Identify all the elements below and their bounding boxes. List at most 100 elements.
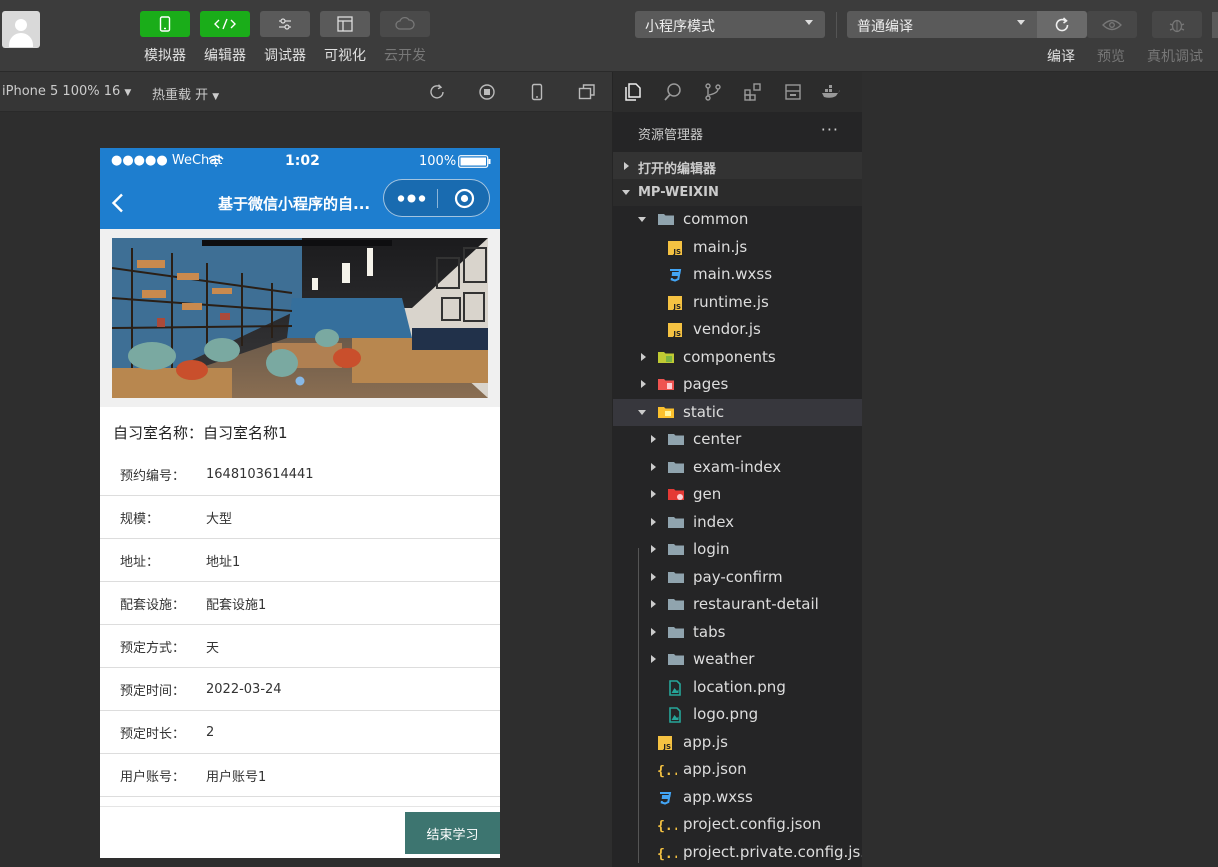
- tree-item-location-png[interactable]: location.png: [613, 674, 862, 701]
- tree-item-label: logo.png: [693, 705, 759, 723]
- layout-icon: [320, 11, 370, 37]
- css-file-icon: [657, 790, 673, 805]
- preview-button[interactable]: [1087, 11, 1137, 38]
- compile-button[interactable]: [1037, 11, 1087, 38]
- tree-item-label: main.wxss: [693, 265, 773, 283]
- caret-down-icon: ▼: [124, 88, 132, 98]
- extensions-icon[interactable]: [743, 82, 763, 102]
- device-select[interactable]: iPhone 5 100% 16 ▼: [2, 84, 131, 99]
- open-editors-section[interactable]: 打开的编辑器: [613, 152, 862, 179]
- tree-item-login[interactable]: login: [613, 536, 862, 563]
- tree-item-app-json[interactable]: {..} app.json: [613, 756, 862, 783]
- banner-container: [100, 229, 500, 407]
- tree-item-label: login: [693, 540, 730, 558]
- device-select-label: iPhone 5 100% 16: [2, 84, 121, 99]
- mode-select[interactable]: 小程序模式: [635, 11, 825, 38]
- info-label: 规模：: [120, 511, 160, 527]
- capsule-menu: [383, 179, 490, 217]
- docker-icon[interactable]: [821, 82, 841, 102]
- back-arrow-icon[interactable]: [111, 193, 125, 213]
- svg-text:JS: JS: [672, 303, 681, 311]
- tree-item-label: project.config.json: [683, 815, 822, 833]
- tree-item-gen[interactable]: gen: [613, 481, 862, 508]
- tree-item-static[interactable]: static: [613, 398, 862, 426]
- avatar[interactable]: [2, 11, 40, 48]
- tree-item-label: exam-index: [693, 457, 782, 476]
- storage-icon[interactable]: [783, 82, 803, 102]
- image-file-icon: [667, 679, 683, 696]
- tree-item-label: tabs: [693, 622, 726, 641]
- compile-label: 编译: [1047, 49, 1075, 65]
- nav-bar: 基于微信小程序的自...: [100, 177, 500, 229]
- info-row: 规模： 大型: [100, 496, 500, 539]
- info-value: 配套设施1: [206, 597, 267, 613]
- hot-reload-select[interactable]: 热重载 开 ▼: [152, 84, 219, 103]
- tree-item-pages[interactable]: pages: [613, 371, 862, 398]
- tree-item-main-wxss[interactable]: main.wxss: [613, 261, 862, 288]
- chevron-down-icon: [638, 409, 646, 415]
- visual-tool[interactable]: 可视化: [320, 11, 370, 65]
- tree-item-tabs[interactable]: tabs: [613, 619, 862, 646]
- json-file-icon: {..}: [657, 845, 688, 862]
- open-editors-label: 打开的编辑器: [638, 162, 717, 177]
- project-label: MP-WEIXIN: [638, 185, 719, 200]
- svg-text:{..}: {..}: [657, 764, 677, 778]
- js-file-icon: JS: [657, 735, 673, 751]
- files-icon[interactable]: [623, 82, 643, 102]
- tree-item-components[interactable]: components: [613, 344, 862, 371]
- components-folder-icon: [657, 350, 674, 364]
- tree-item-index[interactable]: index: [613, 509, 862, 536]
- source-control-icon[interactable]: [703, 82, 723, 102]
- folder-icon: [667, 542, 684, 556]
- tree-item-runtime-js[interactable]: JS runtime.js: [613, 289, 862, 316]
- caret-down-icon: [1017, 20, 1025, 25]
- end-study-button[interactable]: 结束学习: [405, 812, 500, 854]
- cloud-tool[interactable]: 云开发: [380, 11, 430, 65]
- info-value: 用户账号1: [206, 769, 267, 785]
- rotate-icon[interactable]: [428, 83, 446, 101]
- simulator-tool[interactable]: 模拟器: [140, 11, 190, 65]
- banner-image[interactable]: [112, 238, 488, 398]
- folder-icon: [667, 515, 684, 529]
- real-device-debug-button[interactable]: [1152, 11, 1202, 38]
- code-icon: [200, 11, 250, 37]
- tree-item-common[interactable]: common: [613, 206, 862, 233]
- tree-item-main-js[interactable]: JS main.js: [613, 234, 862, 261]
- tree-item-logo-png[interactable]: logo.png: [613, 701, 862, 728]
- tree-item-weather[interactable]: weather: [613, 646, 862, 673]
- editor-tool[interactable]: 编辑器: [200, 11, 250, 65]
- tree-item-label: center: [693, 430, 742, 448]
- tree-item-center[interactable]: center: [613, 426, 862, 453]
- more-dots-icon[interactable]: [397, 194, 426, 203]
- file-explorer: 资源管理器 ··· 打开的编辑器 MP-WEIXIN common JS main.…: [613, 72, 875, 867]
- tree-item-vendor-js[interactable]: JS vendor.js: [613, 316, 862, 343]
- close-miniprogram-icon[interactable]: [454, 188, 475, 209]
- info-value: 2022-03-24: [206, 681, 282, 697]
- compile-select[interactable]: 普通编译: [847, 11, 1037, 38]
- tree-item-label: app.wxss: [683, 787, 753, 806]
- room-title: 自习室名称：自习室名称1: [113, 424, 288, 442]
- tree-item-pay-confirm[interactable]: pay-confirm: [613, 564, 862, 591]
- json-file-icon: {..}: [657, 762, 688, 779]
- carrier-label: ●●●●● WeChat: [111, 153, 223, 168]
- detach-window-icon[interactable]: [578, 83, 596, 101]
- info-row: 预约编号： 1648103614441: [100, 453, 500, 496]
- tree-item-app-wxss[interactable]: app.wxss: [613, 784, 862, 811]
- info-value: 天: [206, 640, 220, 656]
- tree-item-exam-index[interactable]: exam-index: [613, 454, 862, 481]
- tree-item-project-config-json[interactable]: {..} project.config.json: [613, 811, 862, 838]
- tree-item-label: static: [683, 402, 725, 421]
- phone-mode-icon[interactable]: [528, 83, 546, 101]
- tree-item-restaurant-detail[interactable]: restaurant-detail: [613, 591, 862, 618]
- stop-icon[interactable]: [478, 83, 496, 101]
- project-section[interactable]: MP-WEIXIN: [613, 179, 862, 206]
- tree-item-label: app.json: [683, 760, 747, 778]
- bug-icon: [1169, 19, 1185, 32]
- tree-item-label: pay-confirm: [693, 567, 783, 586]
- more-icon[interactable]: ···: [821, 120, 839, 139]
- search-icon[interactable]: [663, 82, 683, 102]
- tree-item-label: restaurant-detail: [693, 595, 819, 613]
- tree-item-app-js[interactable]: JS app.js: [613, 729, 862, 756]
- tree-item-project-private-config-js[interactable]: {..} project.private.config.js...: [613, 839, 875, 866]
- debugger-tool[interactable]: 调试器: [260, 11, 310, 65]
